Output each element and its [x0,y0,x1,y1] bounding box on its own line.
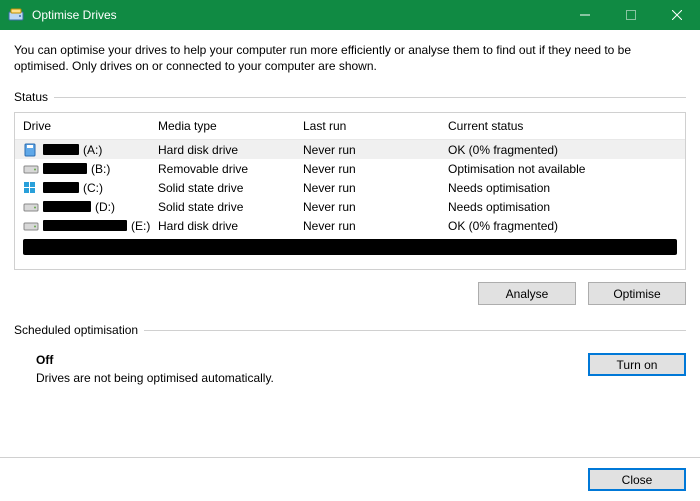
scheduled-label-text: Scheduled optimisation [14,323,138,337]
drive-name-cell: (D:) [23,200,158,214]
col-lastrun[interactable]: Last run [303,119,448,133]
drive-letter: (E:) [131,219,150,233]
sd-drive-icon [23,143,39,157]
redacted-drive-label [43,182,79,193]
footer: Close [0,457,700,501]
media-type-cell: Removable drive [158,162,303,176]
current-status-cell: Needs optimisation [448,200,677,214]
col-status[interactable]: Current status [448,119,677,133]
drive-table: Drive Media type Last run Current status… [14,112,686,270]
drive-name-cell: (B:) [23,162,158,176]
status-section-label: Status [14,90,686,104]
table-row[interactable]: (B:) Removable driveNever runOptimisation… [15,159,685,178]
schedule-state: Off [36,353,274,367]
titlebar: Optimise Drives [0,0,700,30]
close-button[interactable] [654,0,700,30]
app-icon [8,7,24,23]
redacted-drive-label [43,220,127,231]
current-status-cell: OK (0% fragmented) [448,143,677,157]
table-row[interactable]: (A:) Hard disk driveNever runOK (0% fragm… [15,140,685,159]
media-type-cell: Solid state drive [158,200,303,214]
current-status-cell: Optimisation not available [448,162,677,176]
hdd-drive-icon [23,219,39,233]
media-type-cell: Solid state drive [158,181,303,195]
intro-text: You can optimise your drives to help you… [14,42,686,74]
last-run-cell: Never run [303,143,448,157]
schedule-desc: Drives are not being optimised automatic… [36,371,274,385]
drive-name-cell: (A:) [23,143,158,157]
window-title: Optimise Drives [32,8,562,22]
drive-name-cell: (E:) [23,219,158,233]
table-row[interactable]: (D:) Solid state driveNever runNeeds opti… [15,197,685,216]
scheduled-section-label: Scheduled optimisation [14,323,686,337]
drive-letter: (C:) [83,181,103,195]
analyse-button[interactable]: Analyse [478,282,576,305]
drive-name-cell: (C:) [23,181,158,195]
last-run-cell: Never run [303,219,448,233]
redacted-area [23,239,677,255]
col-drive[interactable]: Drive [23,119,158,133]
redacted-drive-label [43,201,91,212]
current-status-cell: Needs optimisation [448,181,677,195]
col-media[interactable]: Media type [158,119,303,133]
drive-letter: (B:) [91,162,110,176]
optimise-button[interactable]: Optimise [588,282,686,305]
status-label-text: Status [14,90,48,104]
turn-on-button[interactable]: Turn on [588,353,686,376]
current-status-cell: OK (0% fragmented) [448,219,677,233]
media-type-cell: Hard disk drive [158,219,303,233]
drive-letter: (D:) [95,200,115,214]
table-row[interactable]: (C:) Solid state driveNever runNeeds opti… [15,178,685,197]
last-run-cell: Never run [303,162,448,176]
last-run-cell: Never run [303,181,448,195]
last-run-cell: Never run [303,200,448,214]
redacted-drive-label [43,144,79,155]
win-drive-icon [23,181,39,195]
drive-letter: (A:) [83,143,102,157]
drive-table-header: Drive Media type Last run Current status [15,113,685,140]
close-window-button[interactable]: Close [588,468,686,491]
window-controls [562,0,700,30]
hdd-drive-icon [23,162,39,176]
minimize-button[interactable] [562,0,608,30]
hdd-drive-icon [23,200,39,214]
table-row[interactable]: (E:) Hard disk driveNever runOK (0% fragm… [15,216,685,235]
media-type-cell: Hard disk drive [158,143,303,157]
maximize-button[interactable] [608,0,654,30]
redacted-drive-label [43,163,87,174]
